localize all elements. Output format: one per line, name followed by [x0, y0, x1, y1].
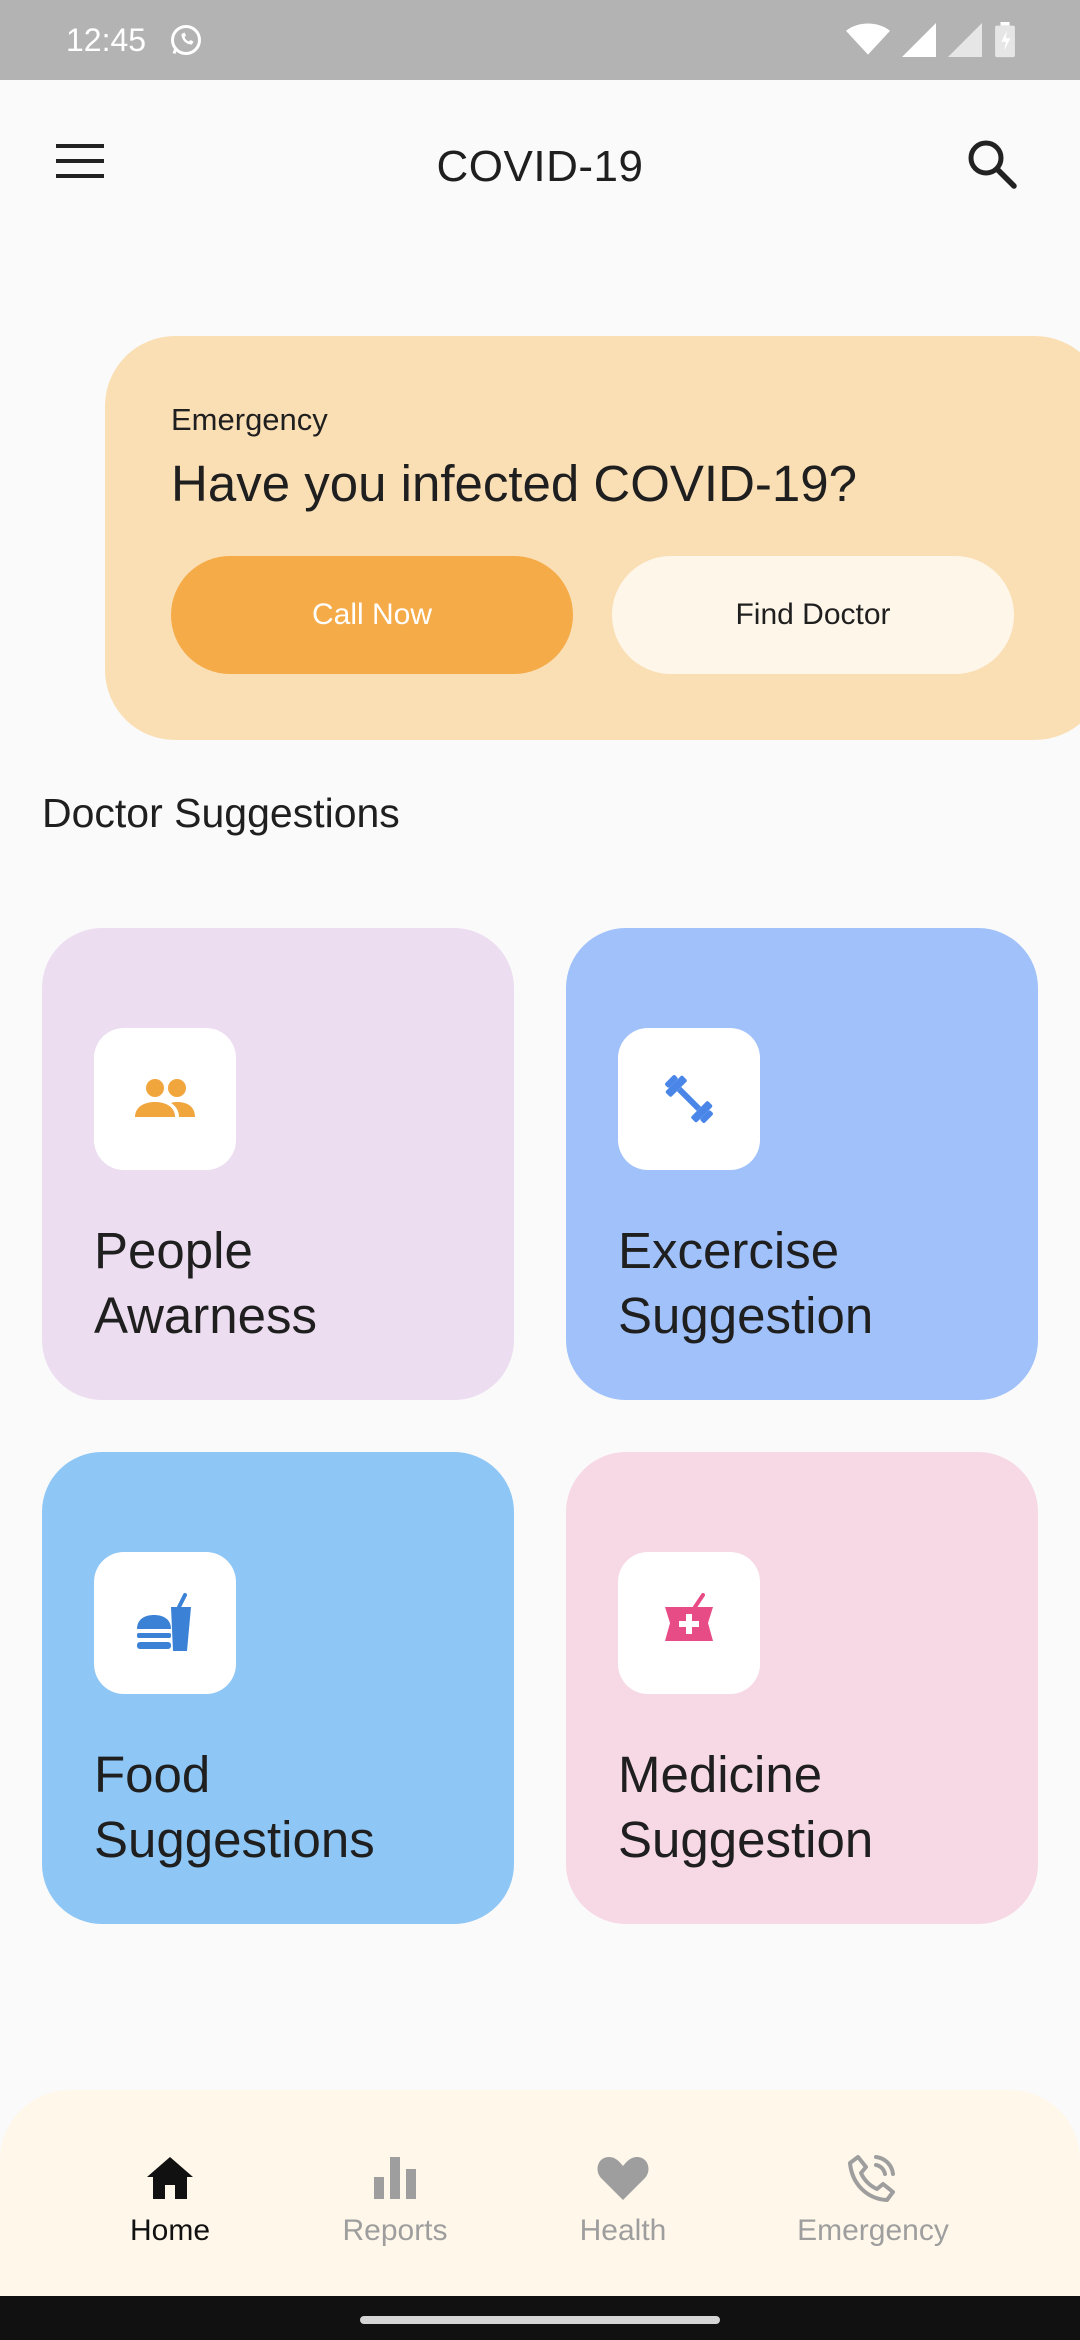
tile-label-line: Suggestion [618, 1811, 874, 1868]
search-icon [968, 140, 1017, 189]
nav-item-reports[interactable]: Reports [295, 2150, 495, 2260]
tile-label-line: Suggestion [618, 1287, 874, 1344]
tile-label: Medicine Suggestion [618, 1742, 1018, 1872]
medicine-suggestion-tile[interactable]: Medicine Suggestion [566, 1452, 1038, 1924]
nav-item-health[interactable]: Health [523, 2150, 723, 2260]
bottom-navigation: Home Reports Health Emergency [0, 2090, 1080, 2296]
system-navigation-bar [0, 2296, 1080, 2340]
tile-label-line: Suggestions [94, 1811, 375, 1868]
tile-label: Excercise Suggestion [618, 1218, 1018, 1348]
nav-label: Health [579, 2214, 667, 2247]
tile-label-line: Medicine [618, 1746, 823, 1803]
emergency-card: Emergency Have you infected COVID-19? Ca… [105, 336, 1080, 740]
tile-label-line: Awarness [94, 1287, 318, 1344]
search-button[interactable] [966, 138, 1026, 198]
nav-label: Reports [342, 2214, 448, 2247]
people-awareness-tile[interactable]: People Awarness [42, 928, 514, 1400]
home-gesture-handle[interactable] [360, 2316, 720, 2324]
nav-label: Home [129, 2214, 211, 2247]
menu-button[interactable] [56, 142, 112, 192]
signal-icon [902, 23, 936, 57]
battery-icon [994, 22, 1016, 58]
page-title: COVID-19 [436, 142, 644, 191]
bar-chart-icon [367, 2150, 423, 2206]
food-suggestions-tile[interactable]: Food Suggestions [42, 1452, 514, 1924]
tile-label-line: Food [94, 1746, 211, 1803]
status-icons [846, 22, 1016, 58]
call-now-button[interactable]: Call Now [171, 556, 573, 674]
dumbbell-icon [618, 1028, 760, 1170]
exercise-suggestion-tile[interactable]: Excercise Suggestion [566, 928, 1038, 1400]
emergency-label: Emergency [171, 402, 328, 437]
section-title: Doctor Suggestions [42, 790, 400, 836]
medicine-icon [618, 1552, 760, 1694]
nav-label: Emergency [797, 2214, 949, 2247]
app-bar: COVID-19 [0, 80, 1080, 254]
whatsapp-icon [168, 22, 204, 58]
nav-item-emergency[interactable]: Emergency [773, 2150, 973, 2260]
home-icon [142, 2150, 198, 2206]
status-time: 12:45 [66, 21, 147, 58]
tile-label-line: People [94, 1222, 253, 1279]
wifi-icon [846, 23, 890, 57]
status-bar: 12:45 [0, 0, 1080, 80]
find-doctor-button[interactable]: Find Doctor [612, 556, 1014, 674]
emergency-question: Have you infected COVID-19? [171, 455, 858, 512]
people-icon [94, 1028, 236, 1170]
tile-label-line: Excercise [618, 1222, 840, 1279]
heart-icon [595, 2150, 651, 2206]
nav-item-home[interactable]: Home [70, 2150, 270, 2260]
phone-call-icon [845, 2150, 901, 2206]
tile-label: Food Suggestions [94, 1742, 494, 1872]
tile-label: People Awarness [94, 1218, 494, 1348]
fastfood-icon [94, 1552, 236, 1694]
signal-icon [948, 23, 982, 57]
menu-icon [56, 144, 104, 178]
